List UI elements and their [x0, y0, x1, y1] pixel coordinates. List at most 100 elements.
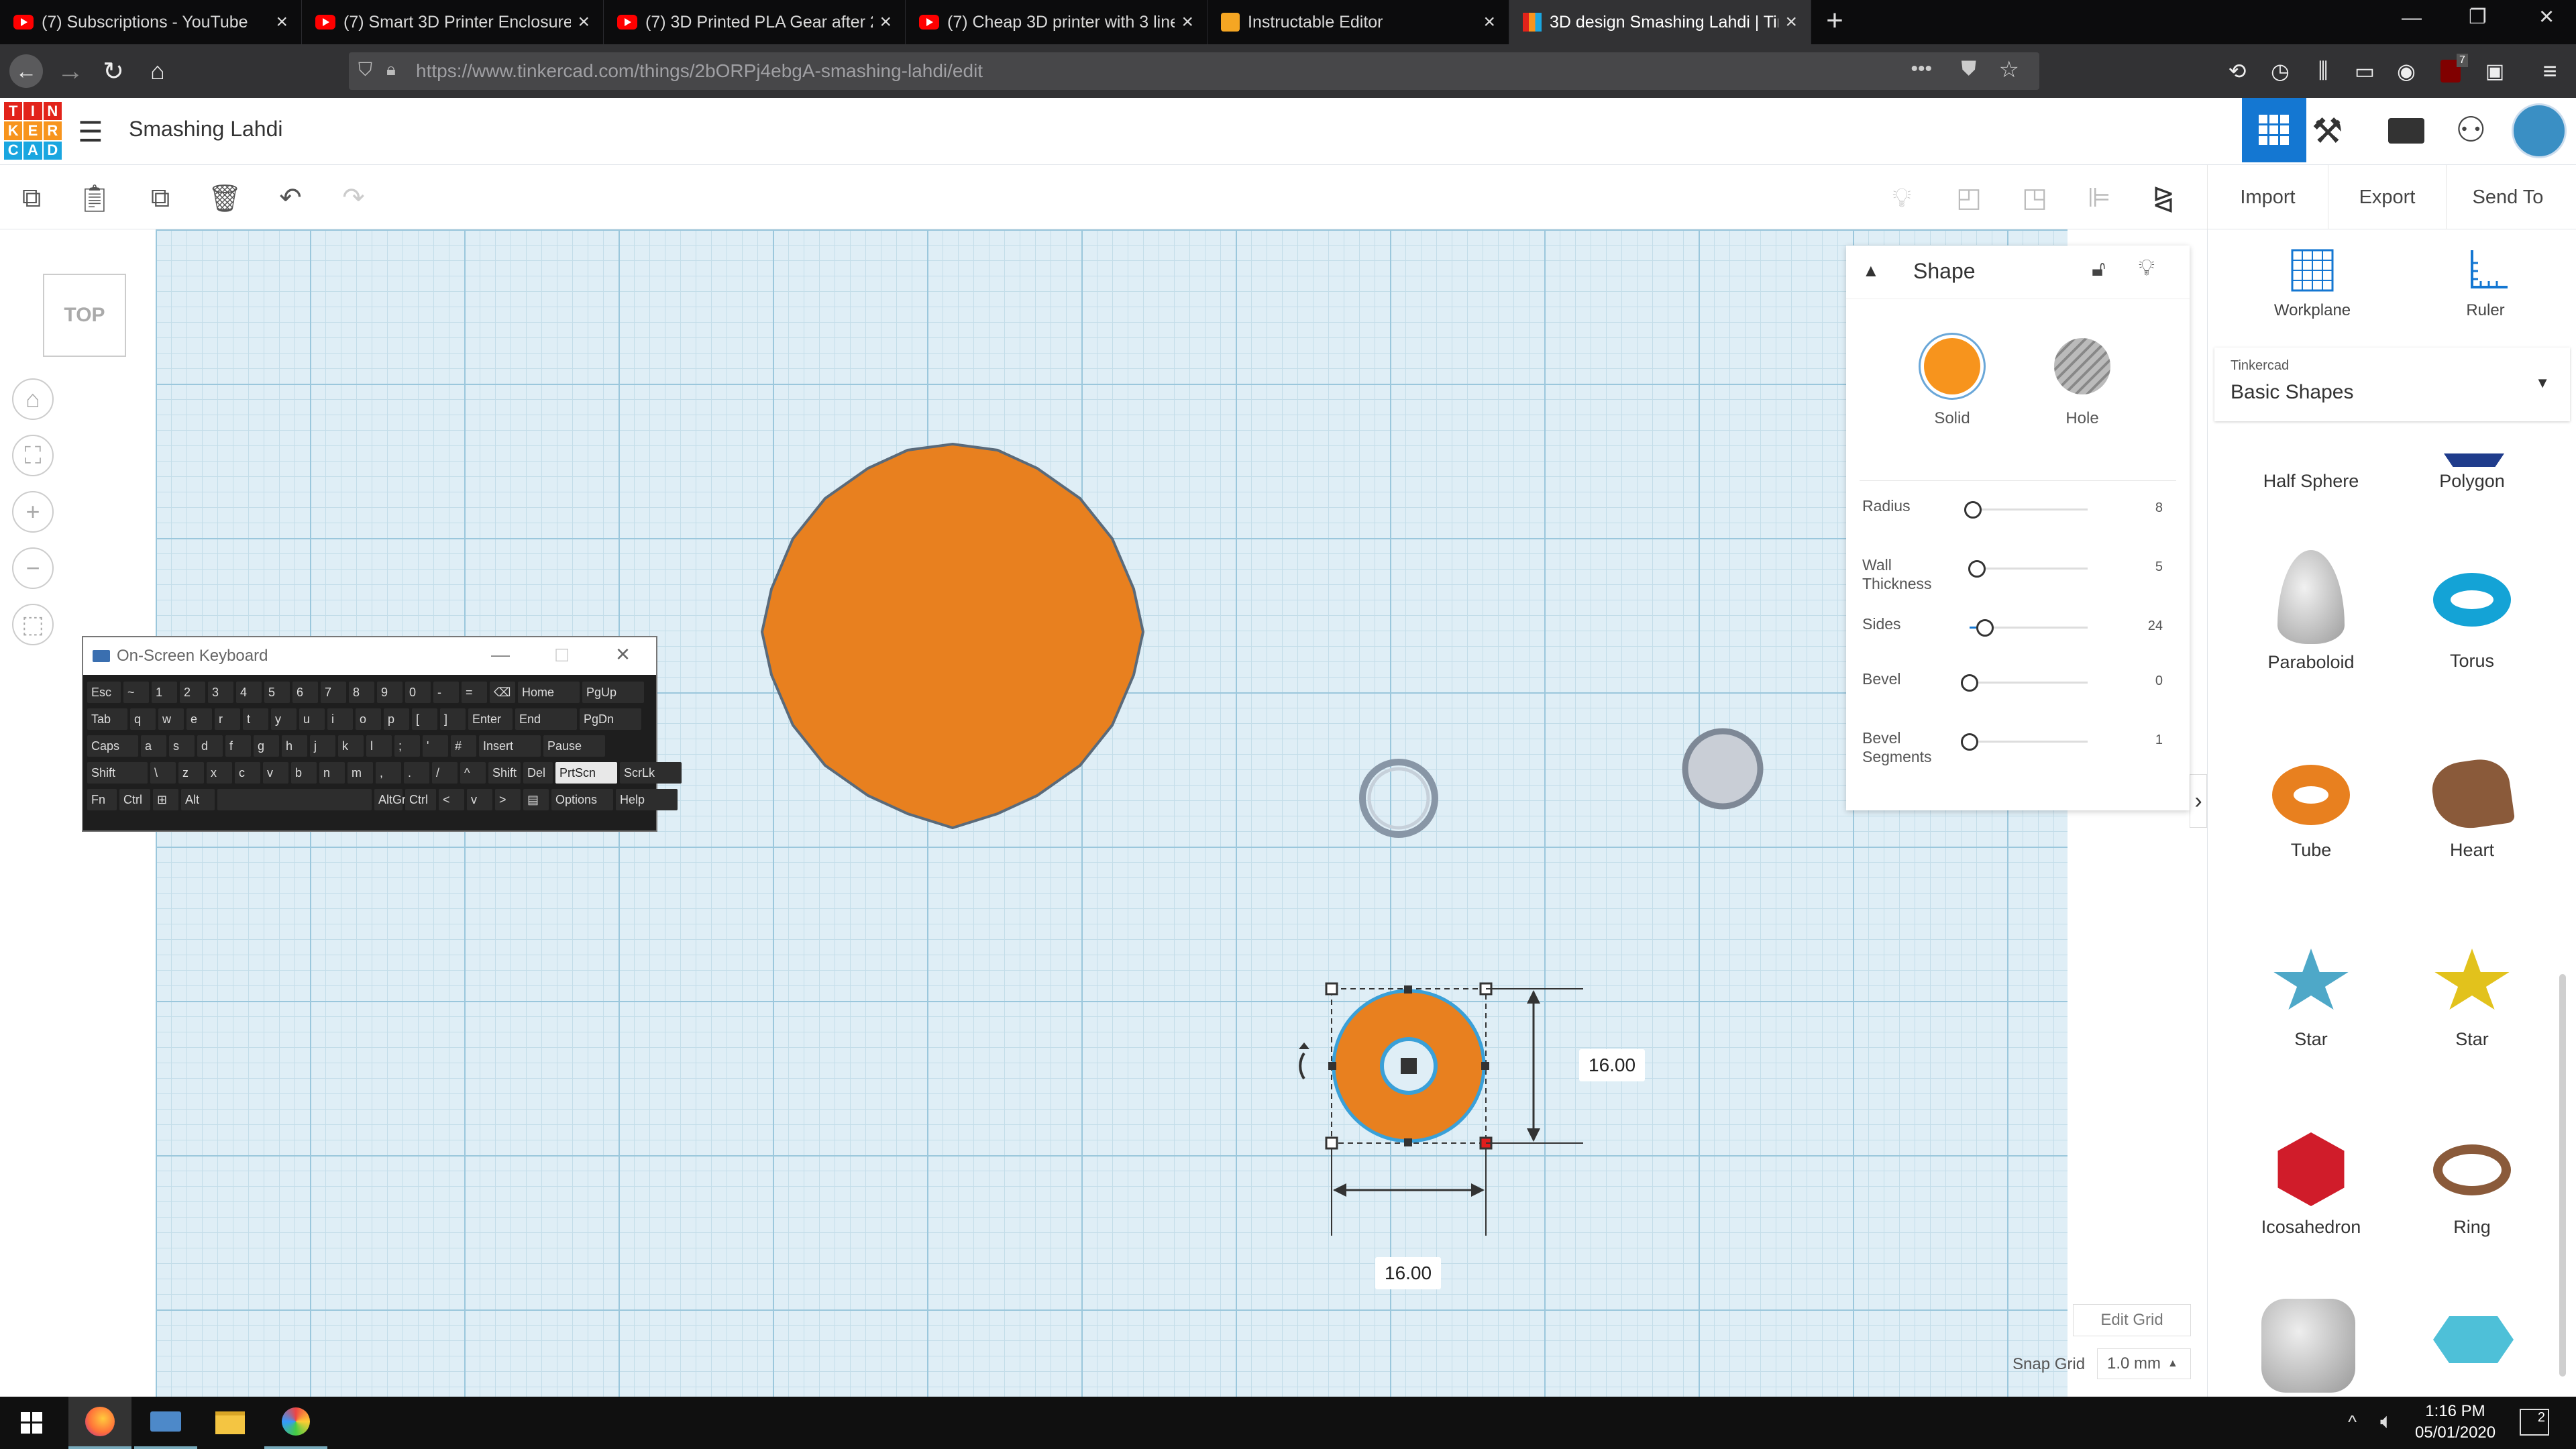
- osk-titlebar[interactable]: On-Screen Keyboard — ☐ ×: [83, 637, 656, 675]
- close-icon[interactable]: ×: [879, 11, 892, 34]
- osk-key[interactable]: c: [235, 762, 260, 784]
- shape-item-heart[interactable]: Heart: [2405, 751, 2539, 861]
- param-value[interactable]: 5: [2155, 559, 2163, 575]
- osk-key[interactable]: z: [178, 762, 204, 784]
- edge-handle[interactable]: [1404, 985, 1412, 994]
- keyboard-taskbar-icon[interactable]: [134, 1397, 197, 1449]
- duplicate-icon[interactable]: ⧉: [141, 178, 180, 217]
- osk-key[interactable]: ScrLk: [620, 762, 682, 784]
- design-title[interactable]: Smashing Lahdi: [129, 117, 282, 142]
- close-icon[interactable]: ×: [276, 11, 288, 34]
- osk-key[interactable]: b: [291, 762, 317, 784]
- param-slider[interactable]: [1964, 501, 2088, 519]
- firefox-taskbar-icon[interactable]: [68, 1397, 131, 1449]
- osk-key[interactable]: ;: [394, 735, 420, 757]
- osk-key[interactable]: Ctrl: [119, 789, 150, 810]
- edge-handle[interactable]: [1328, 1062, 1336, 1070]
- osk-key[interactable]: =: [462, 682, 487, 703]
- import-button[interactable]: Import: [2207, 165, 2328, 229]
- osk-key[interactable]: Alt: [181, 789, 215, 810]
- osk-key[interactable]: 4: [236, 682, 262, 703]
- osk-key[interactable]: Ctrl: [405, 789, 436, 810]
- screenshot-icon[interactable]: ▣: [2471, 44, 2518, 98]
- height-dimension-label[interactable]: 16.00: [1579, 1049, 1646, 1081]
- osk-key[interactable]: k: [338, 735, 364, 757]
- shape-item-torus[interactable]: Torus: [2405, 550, 2539, 672]
- bookmark-star-icon[interactable]: ☆: [1999, 56, 2019, 83]
- osk-key[interactable]: w: [158, 708, 184, 730]
- history-icon[interactable]: ⟲: [2214, 44, 2261, 98]
- osk-key[interactable]: Help: [616, 789, 678, 810]
- rounded-box-shape-icon[interactable]: [2261, 1299, 2355, 1393]
- osk-key[interactable]: 5: [264, 682, 290, 703]
- grey-disc-shape[interactable]: [1682, 728, 1764, 810]
- restore-button[interactable]: ❐: [2469, 5, 2487, 29]
- snap-grid-select[interactable]: 1.0 mm ▲: [2097, 1348, 2191, 1379]
- shape-library-dropdown[interactable]: Tinkercad Basic Shapes ▼: [2214, 347, 2570, 421]
- osk-key[interactable]: f: [225, 735, 251, 757]
- osk-key[interactable]: ,: [376, 762, 401, 784]
- pocket-icon[interactable]: ⛊: [1962, 58, 1977, 80]
- ruler-button[interactable]: Ruler: [2432, 247, 2539, 320]
- osk-key[interactable]: ⊞: [153, 789, 178, 810]
- osk-minimize-button[interactable]: —: [491, 644, 510, 665]
- osk-key[interactable]: End: [515, 708, 577, 730]
- large-tube-shape[interactable]: [760, 442, 1145, 830]
- osk-key[interactable]: <: [439, 789, 464, 810]
- home-button[interactable]: ⌂: [134, 44, 181, 98]
- codeblocks-pickaxe-icon[interactable]: ⚒: [2312, 111, 2343, 152]
- osk-key[interactable]: PrtScn: [555, 762, 617, 784]
- resize-handle[interactable]: [1325, 1136, 1338, 1150]
- collapse-panel-chevron-icon[interactable]: ›: [2190, 774, 2207, 828]
- osk-key[interactable]: v: [263, 762, 288, 784]
- osk-key[interactable]: ~: [123, 682, 149, 703]
- osk-key[interactable]: 0: [405, 682, 431, 703]
- ungroup-icon[interactable]: ◳: [2015, 178, 2054, 217]
- osk-key[interactable]: ]: [440, 708, 466, 730]
- osk-key[interactable]: #: [451, 735, 476, 757]
- osk-key[interactable]: Pause: [543, 735, 605, 757]
- close-icon[interactable]: ×: [1785, 11, 1797, 34]
- browser-tab[interactable]: (7) Cheap 3D printer with 3 line ×: [906, 0, 1208, 44]
- osk-maximize-button[interactable]: ☐: [554, 645, 570, 666]
- osk-key[interactable]: 8: [349, 682, 374, 703]
- osk-key[interactable]: y: [271, 708, 297, 730]
- mirror-icon[interactable]: ⧎: [2144, 178, 2183, 217]
- osk-key[interactable]: /: [432, 762, 458, 784]
- bricks-icon[interactable]: [2388, 118, 2424, 144]
- osk-key[interactable]: Enter: [468, 708, 513, 730]
- osk-key[interactable]: PgUp: [582, 682, 644, 703]
- osk-key[interactable]: 9: [377, 682, 402, 703]
- slider-knob[interactable]: [1968, 560, 1986, 578]
- slider-knob[interactable]: [1964, 501, 1982, 519]
- osk-key[interactable]: e: [186, 708, 212, 730]
- on-screen-keyboard-window[interactable]: On-Screen Keyboard — ☐ × Esc ~1 2 3 4 5 6 7 8 9 0-…: [82, 636, 682, 832]
- param-slider[interactable]: [1961, 733, 2088, 751]
- shape-item-star[interactable]: Star: [2244, 941, 2378, 1050]
- forward-button[interactable]: →: [47, 44, 94, 98]
- osk-key[interactable]: n: [319, 762, 345, 784]
- osk-key[interactable]: [217, 789, 372, 810]
- 3d-view-button[interactable]: [2242, 98, 2306, 162]
- osk-key[interactable]: u: [299, 708, 325, 730]
- resize-handle[interactable]: [1325, 982, 1338, 996]
- paint-taskbar-icon[interactable]: [264, 1397, 327, 1449]
- export-button[interactable]: Export: [2328, 165, 2446, 229]
- clock-icon[interactable]: ◷: [2257, 44, 2304, 98]
- chevron-up-icon[interactable]: ^: [2348, 1411, 2357, 1433]
- notifications-icon[interactable]: 2: [2520, 1409, 2549, 1436]
- osk-key[interactable]: ^: [460, 762, 486, 784]
- osk-key[interactable]: m: [347, 762, 373, 784]
- osk-key[interactable]: Shift: [488, 762, 521, 784]
- group-icon[interactable]: ◰: [1949, 178, 1988, 217]
- osk-key[interactable]: p: [384, 708, 409, 730]
- account-icon[interactable]: ◉: [2383, 44, 2430, 98]
- param-slider[interactable]: [1968, 560, 2088, 578]
- osk-key[interactable]: o: [356, 708, 381, 730]
- new-tab-button[interactable]: +: [1818, 4, 1851, 38]
- param-value[interactable]: 24: [2148, 619, 2163, 634]
- osk-key[interactable]: >: [495, 789, 521, 810]
- library-icon[interactable]: ⫼: [2300, 44, 2347, 98]
- avatar[interactable]: [2512, 103, 2567, 158]
- param-value[interactable]: 8: [2155, 500, 2163, 516]
